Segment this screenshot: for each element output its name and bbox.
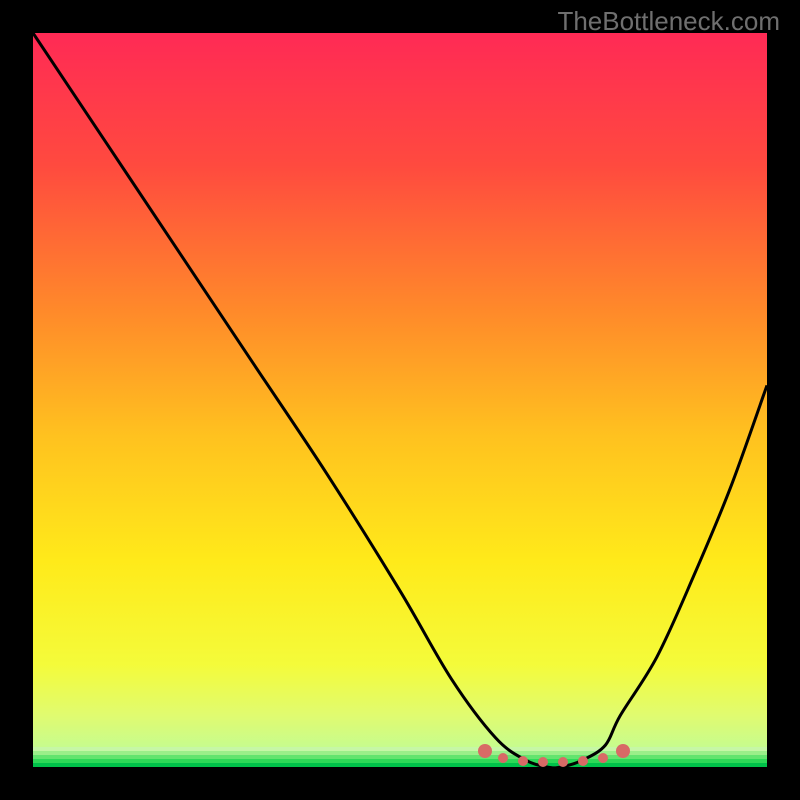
bottleneck-marker	[538, 757, 548, 767]
plot-area	[33, 33, 767, 767]
bottleneck-marker	[558, 757, 568, 767]
bottleneck-marker	[616, 744, 630, 758]
bottleneck-curve	[33, 33, 767, 767]
watermark-text: TheBottleneck.com	[557, 6, 780, 37]
bottleneck-marker	[578, 756, 588, 766]
bottleneck-marker	[598, 753, 608, 763]
chart-frame: TheBottleneck.com	[0, 0, 800, 800]
bottleneck-marker	[478, 744, 492, 758]
bottleneck-marker	[518, 756, 528, 766]
bottleneck-marker	[498, 753, 508, 763]
